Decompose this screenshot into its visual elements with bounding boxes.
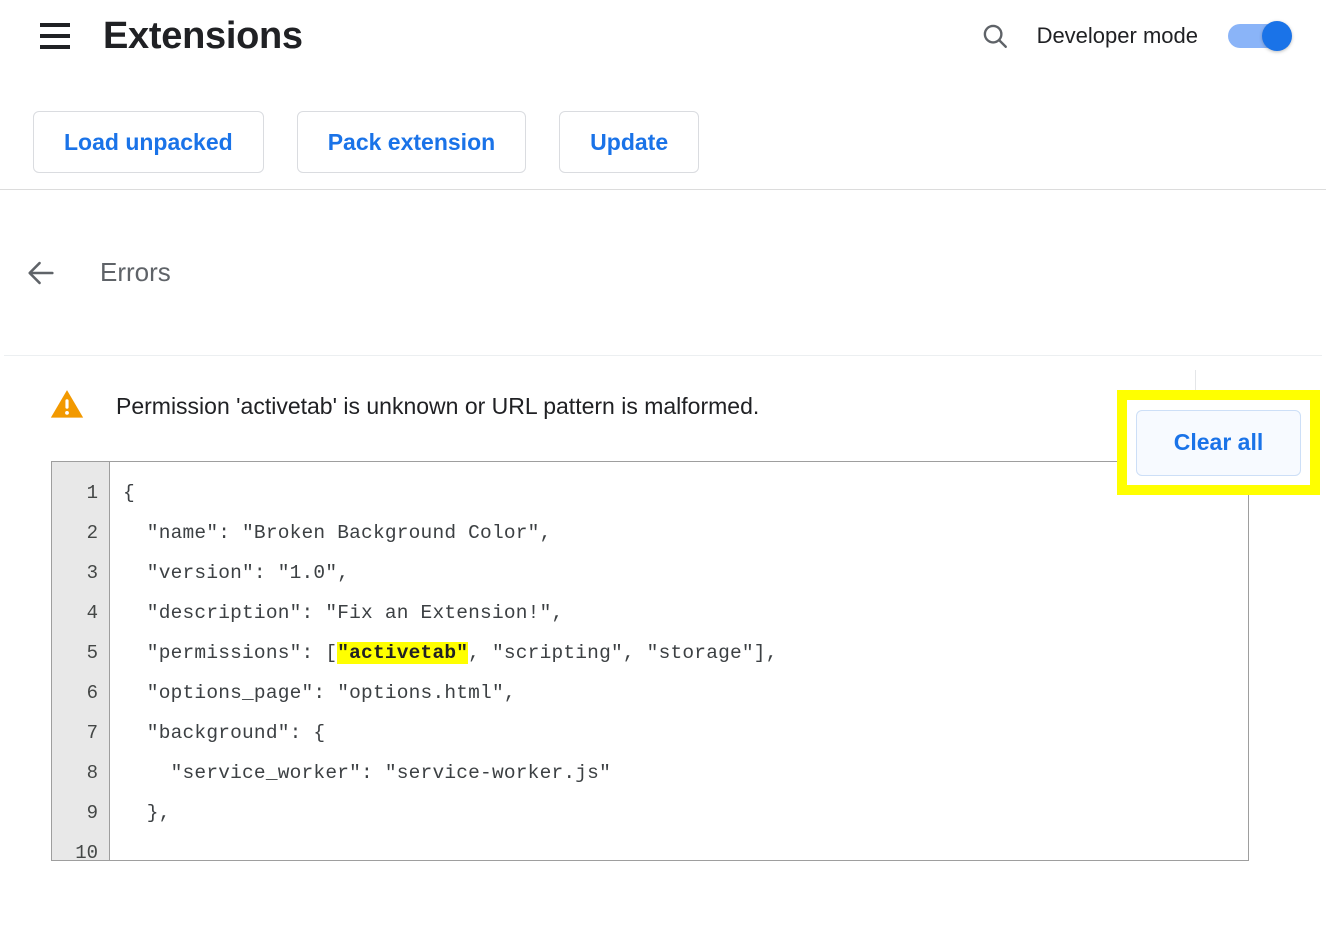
toggle-knob xyxy=(1262,21,1292,51)
errors-header: Errors Clear all xyxy=(0,190,1326,495)
code-line: "description": "Fix an Extension!", xyxy=(123,602,564,624)
code-line: { xyxy=(123,482,135,504)
hamburger-bar xyxy=(40,23,70,27)
warning-triangle-icon xyxy=(48,385,86,428)
code-line: "background": { xyxy=(123,722,326,744)
line-number: 4 xyxy=(86,602,98,624)
hamburger-bar xyxy=(40,45,70,49)
clear-all-button[interactable]: Clear all xyxy=(1136,409,1301,476)
update-button[interactable]: Update xyxy=(559,111,700,173)
code-viewer[interactable]: 1 2 3 4 5 6 7 8 9 10 { "name": "Broken B… xyxy=(51,461,1249,861)
code-line: "permissions": ["activetab", "scripting"… xyxy=(123,642,778,664)
code-line: "version": "1.0", xyxy=(123,562,350,584)
search-icon[interactable] xyxy=(973,14,1017,58)
hamburger-menu-icon[interactable] xyxy=(32,13,78,59)
line-number: 5 xyxy=(86,642,98,664)
line-number: 7 xyxy=(86,722,98,744)
code-highlight: "activetab" xyxy=(337,642,469,664)
line-number: 1 xyxy=(86,482,98,504)
pack-extension-button[interactable]: Pack extension xyxy=(296,111,527,173)
hamburger-bar xyxy=(40,34,70,38)
error-message: Permission 'activetab' is unknown or URL… xyxy=(116,392,760,419)
errors-title: Errors xyxy=(100,257,171,287)
code-content: { "name": "Broken Background Color", "ve… xyxy=(110,462,1248,860)
extension-actions-row: Load unpacked Pack extension Update xyxy=(0,111,1326,173)
line-number: 3 xyxy=(86,562,98,584)
load-unpacked-button[interactable]: Load unpacked xyxy=(33,111,264,173)
code-line: "service_worker": "service-worker.js" xyxy=(123,762,611,784)
back-arrow-icon[interactable] xyxy=(14,246,68,300)
line-number: 9 xyxy=(86,802,98,824)
top-bar: Extensions Developer mode Load unpacked … xyxy=(0,0,1326,190)
code-line: "name": "Broken Background Color", xyxy=(123,522,552,544)
line-number: 10 xyxy=(75,842,98,861)
clear-all-highlight-box: Clear all xyxy=(1117,390,1320,495)
code-line-numbers: 1 2 3 4 5 6 7 8 9 10 xyxy=(52,462,110,860)
line-number: 6 xyxy=(86,682,98,704)
code-line: "options_page": "options.html", xyxy=(123,682,516,704)
developer-mode-label: Developer mode xyxy=(1036,23,1198,48)
header-row: Extensions Developer mode xyxy=(0,0,1326,72)
line-number: 2 xyxy=(86,522,98,544)
developer-mode-toggle[interactable] xyxy=(1228,21,1292,51)
code-line: }, xyxy=(123,802,171,824)
line-number: 8 xyxy=(86,762,98,784)
page-title: Extensions xyxy=(103,15,303,57)
